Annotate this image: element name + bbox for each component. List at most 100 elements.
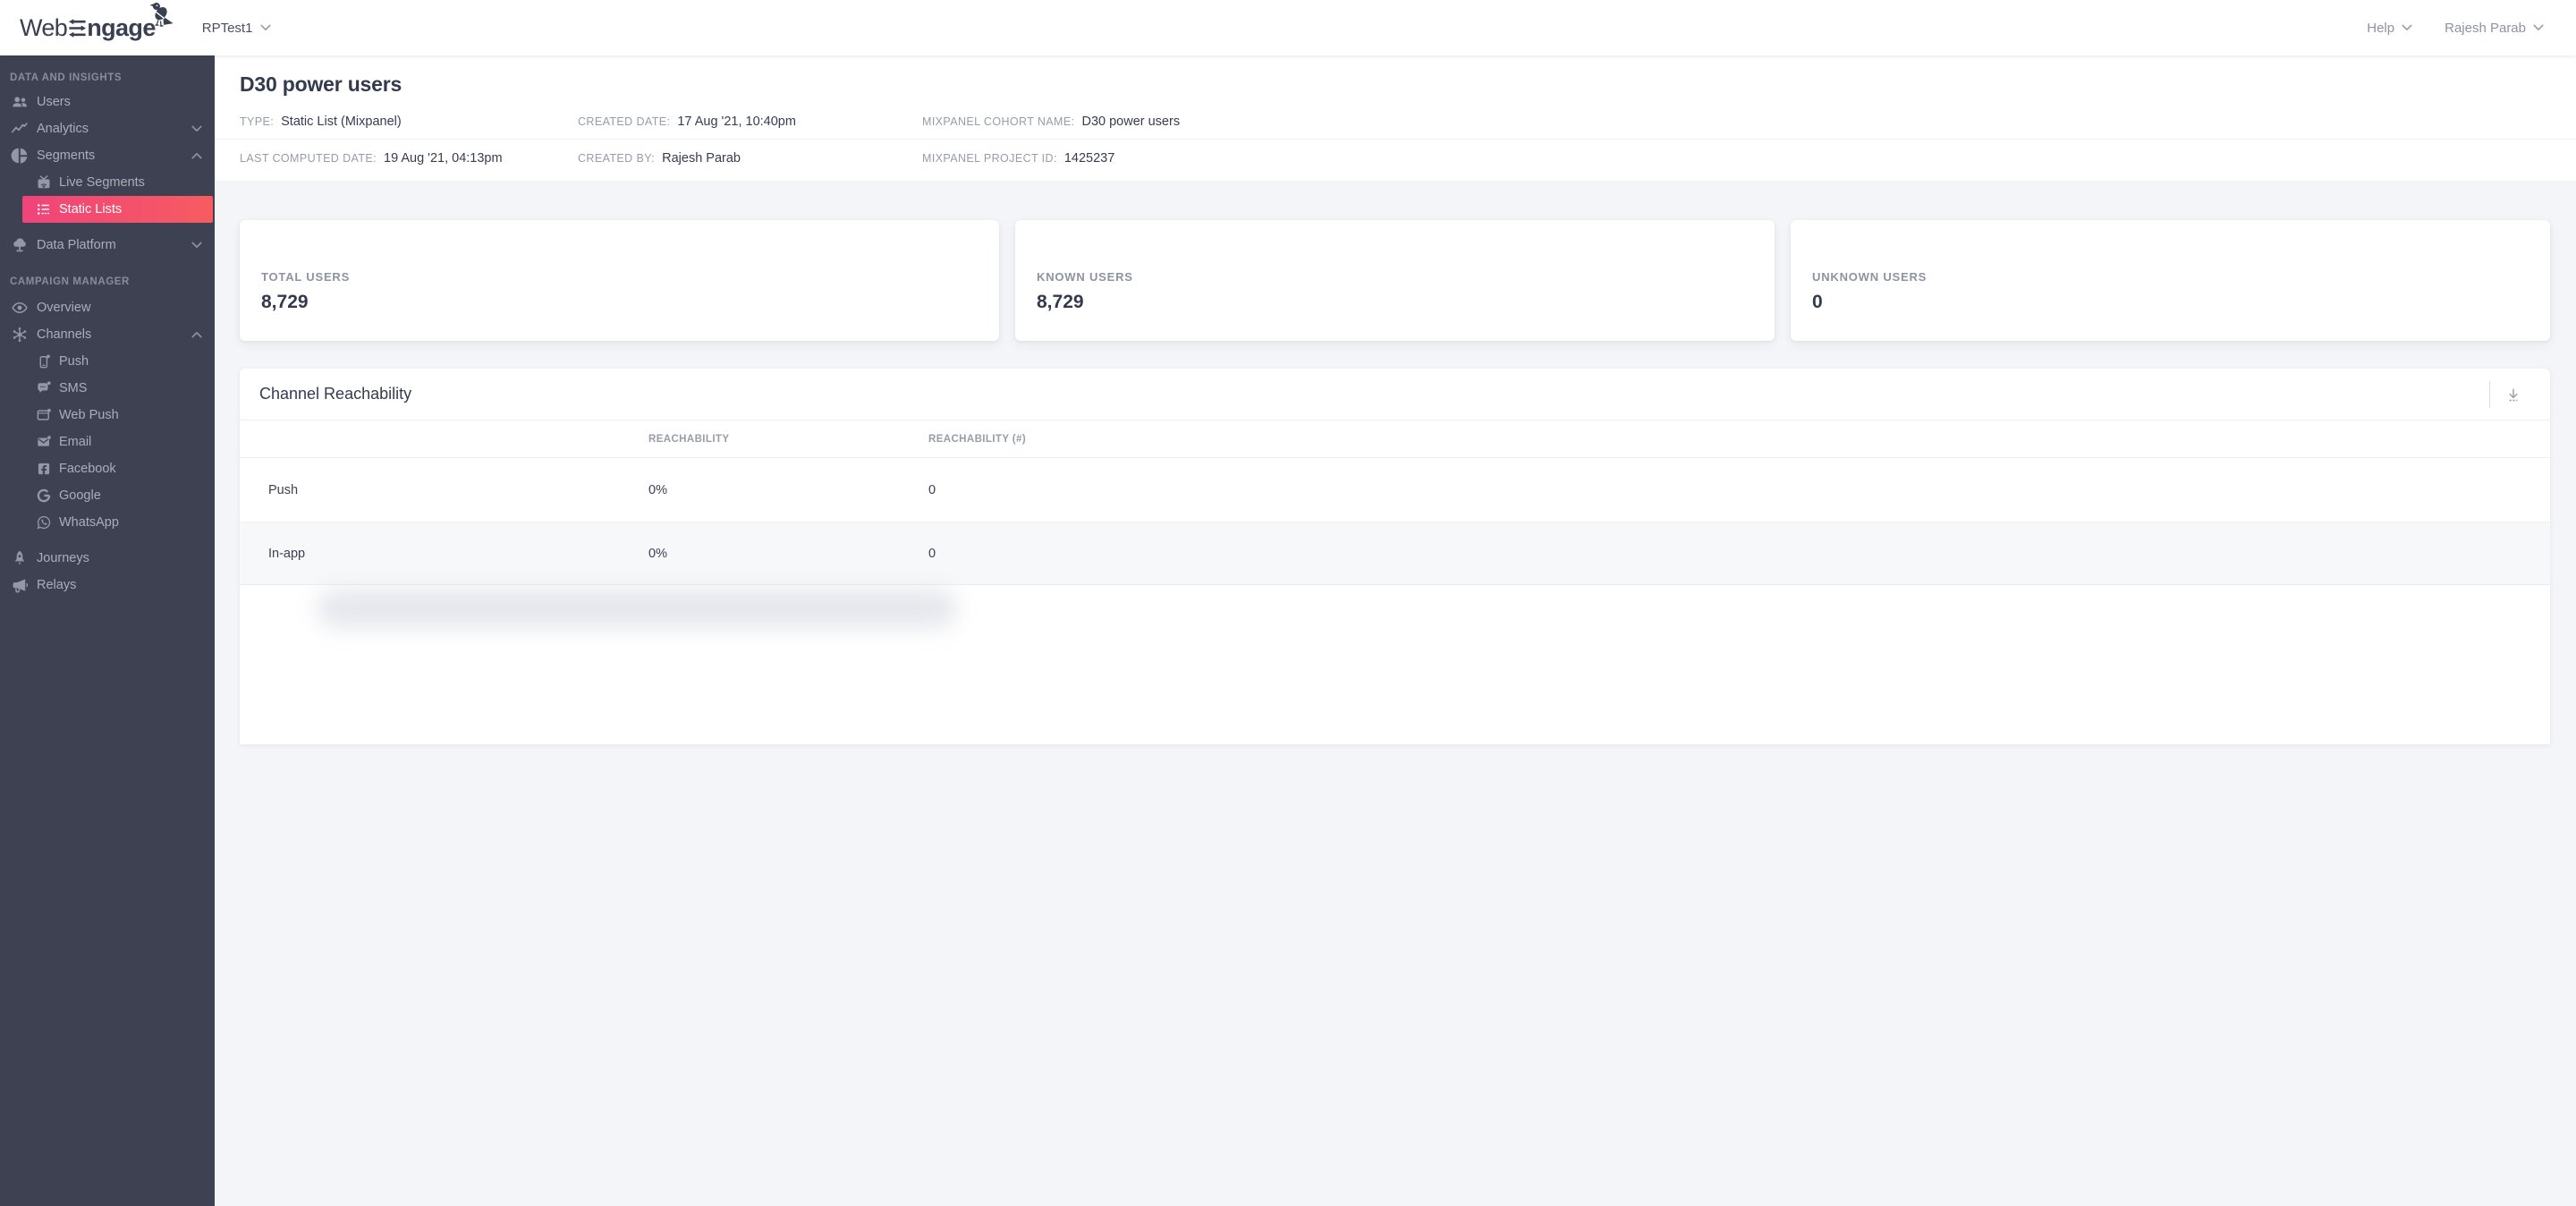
chevron-down-icon	[191, 125, 202, 132]
user-name: Rajesh Parab	[2445, 20, 2526, 36]
sidebar-item-whatsapp[interactable]: WhatsApp	[0, 509, 215, 536]
sidebar-item-label: Email	[59, 435, 92, 449]
meta-type: TYPE: Static List (Mixpanel)	[240, 115, 578, 129]
column-header-reachability: REACHABILITY	[648, 433, 730, 445]
data-platform-icon	[11, 236, 29, 254]
download-icon	[2505, 387, 2521, 403]
logo-text-ngage: ngage	[87, 14, 156, 41]
meta-created-by: CREATED BY: Rajesh Parab	[578, 151, 922, 166]
webengage-logo[interactable]: Web ngage	[20, 14, 156, 41]
stat-value: 0	[1812, 292, 1823, 312]
page-header-band: D30 power users TYPE: Static List (Mixpan…	[215, 55, 2576, 181]
sidebar-item-journeys[interactable]: Journeys	[0, 545, 215, 572]
stat-cards: TOTAL USERS 8,729 KNOWN USERS 8,729 UNKN…	[240, 220, 2550, 341]
meta-value: 17 Aug '21, 10:40pm	[677, 115, 796, 129]
cell-count: 0	[928, 482, 936, 497]
download-button[interactable]	[2498, 380, 2529, 409]
sidebar-item-label: Journeys	[37, 551, 89, 565]
cell-channel: In-app	[268, 546, 306, 561]
meta-created-date: CREATED DATE: 17 Aug '21, 10:40pm	[578, 115, 922, 129]
relays-icon	[11, 576, 29, 594]
logo-arrows-icon	[69, 19, 86, 38]
main-content: D30 power users TYPE: Static List (Mixpan…	[215, 55, 2576, 1206]
help-label: Help	[2367, 20, 2395, 36]
push-icon	[36, 353, 52, 369]
cell-count: 0	[928, 546, 936, 561]
chevron-down-icon	[2402, 24, 2412, 31]
sidebar-item-label: Push	[59, 354, 89, 369]
header-divider	[2489, 381, 2490, 408]
chevron-up-icon	[191, 331, 202, 338]
sidebar-item-relays[interactable]: Relays	[0, 572, 215, 599]
meta-value: Static List (Mixpanel)	[281, 115, 402, 129]
column-header-reachability-count: REACHABILITY (#)	[928, 433, 1027, 445]
stat-value: 8,729	[1037, 292, 1084, 312]
sidebar-item-data-platform[interactable]: Data Platform	[0, 232, 215, 259]
meta-label: LAST COMPUTED DATE:	[240, 152, 377, 165]
cell-channel: Push	[268, 482, 299, 497]
stat-value: 8,729	[261, 292, 309, 312]
email-icon	[36, 434, 52, 450]
project-name: RPTest1	[201, 20, 253, 36]
reachability-column-headers: REACHABILITY REACHABILITY (#)	[240, 420, 2550, 458]
journeys-icon	[11, 549, 29, 567]
sidebar-item-label: Live Segments	[59, 175, 145, 190]
sidebar: DATA AND INSIGHTS Users Analytics Segmen…	[0, 55, 215, 1206]
meta-mixpanel-project-id: MIXPANEL PROJECT ID: 1425237	[922, 151, 2565, 166]
users-icon	[11, 93, 29, 111]
reachability-title: Channel Reachability	[259, 385, 412, 403]
meta-value: 1425237	[1063, 151, 1115, 166]
stat-card-unknown-users: UNKNOWN USERS 0	[1791, 220, 2550, 341]
sidebar-item-sms[interactable]: SMS	[0, 375, 215, 402]
google-icon	[36, 488, 52, 504]
stat-card-total-users: TOTAL USERS 8,729	[240, 220, 999, 341]
live-segments-icon	[36, 174, 52, 191]
sidebar-item-label: WhatsApp	[59, 515, 119, 530]
sidebar-item-channels[interactable]: Channels	[0, 321, 215, 348]
sms-icon	[36, 380, 52, 396]
sidebar-item-live-segments[interactable]: Live Segments	[0, 169, 215, 196]
stat-label: UNKNOWN USERS	[1812, 270, 1928, 284]
sidebar-item-analytics[interactable]: Analytics	[0, 115, 215, 142]
sidebar-item-web-push[interactable]: Web Push	[0, 402, 215, 429]
meta-value: D30 power users	[1081, 115, 1181, 129]
reachability-header: Channel Reachability	[240, 369, 2550, 420]
stat-card-known-users: KNOWN USERS 8,729	[1015, 220, 1775, 341]
cell-reachability: 0%	[648, 546, 667, 561]
channel-reachability-card: Channel Reachability REACHABILITY REACHA…	[240, 369, 2550, 744]
sidebar-item-label: Google	[59, 488, 101, 503]
meta-last-computed-date: LAST COMPUTED DATE: 19 Aug '21, 04:13pm	[240, 151, 578, 166]
sidebar-item-email[interactable]: Email	[0, 429, 215, 455]
analytics-icon	[11, 120, 29, 138]
meta-mixpanel-cohort-name: MIXPANEL COHORT NAME: D30 power users	[922, 115, 2565, 129]
table-row-in-app: In-app 0% 0	[240, 522, 2550, 585]
sidebar-item-label: Analytics	[37, 122, 89, 136]
meta-value: Rajesh Parab	[662, 151, 741, 166]
sidebar-item-google[interactable]: Google	[0, 482, 215, 509]
chevron-down-icon	[260, 24, 271, 31]
topbar-right: Help Rajesh Parab	[2367, 21, 2544, 36]
help-menu[interactable]: Help	[2367, 21, 2412, 36]
project-switcher[interactable]: RPTest1	[202, 21, 272, 36]
sidebar-item-static-lists[interactable]: Static Lists	[22, 196, 213, 223]
sidebar-item-overview[interactable]: Overview	[0, 294, 215, 321]
sidebar-item-label: Data Platform	[37, 238, 116, 252]
segments-submenu: Live Segments Static Lists	[0, 169, 215, 223]
sidebar-item-push[interactable]: Push	[0, 348, 215, 375]
meta-label: TYPE:	[240, 115, 275, 128]
user-menu[interactable]: Rajesh Parab	[2445, 21, 2544, 36]
channels-icon	[11, 326, 29, 344]
sidebar-item-facebook[interactable]: Facebook	[0, 455, 215, 482]
overview-icon	[11, 299, 29, 317]
sidebar-item-users[interactable]: Users	[0, 89, 215, 115]
sidebar-item-segments[interactable]: Segments	[0, 142, 215, 169]
topbar: Web ngage RPTest1 Help Rajesh Parab	[0, 0, 2576, 55]
meta-row-1: TYPE: Static List (Mixpanel) CREATED DATE…	[215, 96, 2576, 139]
meta-label: CREATED DATE:	[578, 115, 671, 128]
sidebar-item-label: Segments	[37, 149, 96, 163]
table-row-push: Push 0% 0	[240, 458, 2550, 522]
sidebar-item-label: SMS	[59, 381, 88, 395]
web-push-icon	[36, 407, 52, 423]
meta-value: 19 Aug '21, 04:13pm	[384, 151, 503, 166]
loading-blur	[317, 589, 957, 628]
